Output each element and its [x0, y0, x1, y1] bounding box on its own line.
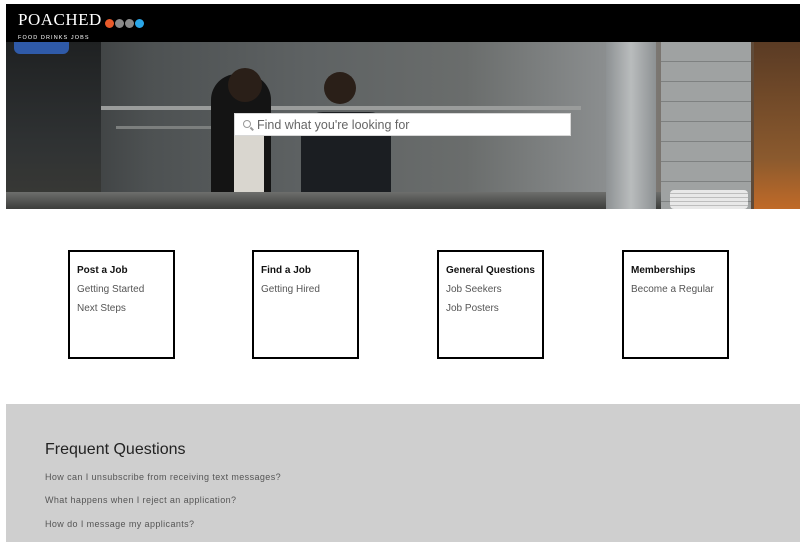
hero-right-wood: [754, 42, 800, 209]
hero-blue-bowls: [14, 42, 69, 54]
card-link[interactable]: Job Seekers: [446, 284, 535, 295]
category-card-general-questions: General Questions Job Seekers Job Poster…: [437, 250, 544, 359]
card-title[interactable]: General Questions: [446, 265, 535, 276]
logo-dot-2: [114, 19, 124, 28]
search-icon: [243, 120, 251, 128]
faq-question[interactable]: How do I message my applicants?: [45, 519, 194, 529]
card-title[interactable]: Memberships: [631, 265, 720, 276]
hero-banner: [6, 42, 800, 209]
card-title[interactable]: Find a Job: [261, 265, 350, 276]
card-link[interactable]: Next Steps: [77, 303, 166, 314]
logo-tagline: FOOD DRINKS JOBS: [18, 35, 90, 41]
hero-wall-left: [6, 42, 101, 209]
card-link[interactable]: Job Posters: [446, 303, 535, 314]
logo-wordmark: POACHED: [18, 10, 102, 29]
hero-plates: [670, 190, 748, 209]
frequent-questions-section: Frequent Questions How can I unsubscribe…: [6, 404, 800, 542]
hero-cook-right-head: [324, 72, 356, 104]
category-card-post-a-job: Post a Job Getting Started Next Steps: [68, 250, 175, 359]
hero-steel-column: [606, 42, 656, 209]
hero-tiles: [661, 42, 751, 209]
hero-counter: [6, 192, 666, 209]
faq-title: Frequent Questions: [45, 441, 186, 458]
page: POACHED FOOD DRINKS JOBS Post a Job Gett…: [6, 4, 800, 542]
search-bar[interactable]: [234, 113, 571, 136]
hero-cook-left-head: [228, 68, 262, 102]
logo-dot-1: [104, 19, 114, 28]
category-card-memberships: Memberships Become a Regular: [622, 250, 729, 359]
hero-shelf: [101, 106, 581, 110]
card-title[interactable]: Post a Job: [77, 265, 166, 276]
faq-question[interactable]: How can I unsubscribe from receiving tex…: [45, 472, 281, 482]
site-header: POACHED FOOD DRINKS JOBS: [6, 4, 800, 42]
logo-dots: [104, 15, 145, 33]
search-input[interactable]: [257, 114, 557, 135]
logo-dot-4: [134, 19, 144, 28]
card-link[interactable]: Getting Started: [77, 284, 166, 295]
logo-dot-3: [124, 19, 134, 28]
category-card-find-a-job: Find a Job Getting Hired: [252, 250, 359, 359]
faq-question[interactable]: What happens when I reject an applicatio…: [45, 495, 236, 505]
card-link[interactable]: Getting Hired: [261, 284, 350, 295]
poached-logo[interactable]: POACHED FOOD DRINKS JOBS: [18, 11, 145, 41]
card-link[interactable]: Become a Regular: [631, 284, 720, 295]
